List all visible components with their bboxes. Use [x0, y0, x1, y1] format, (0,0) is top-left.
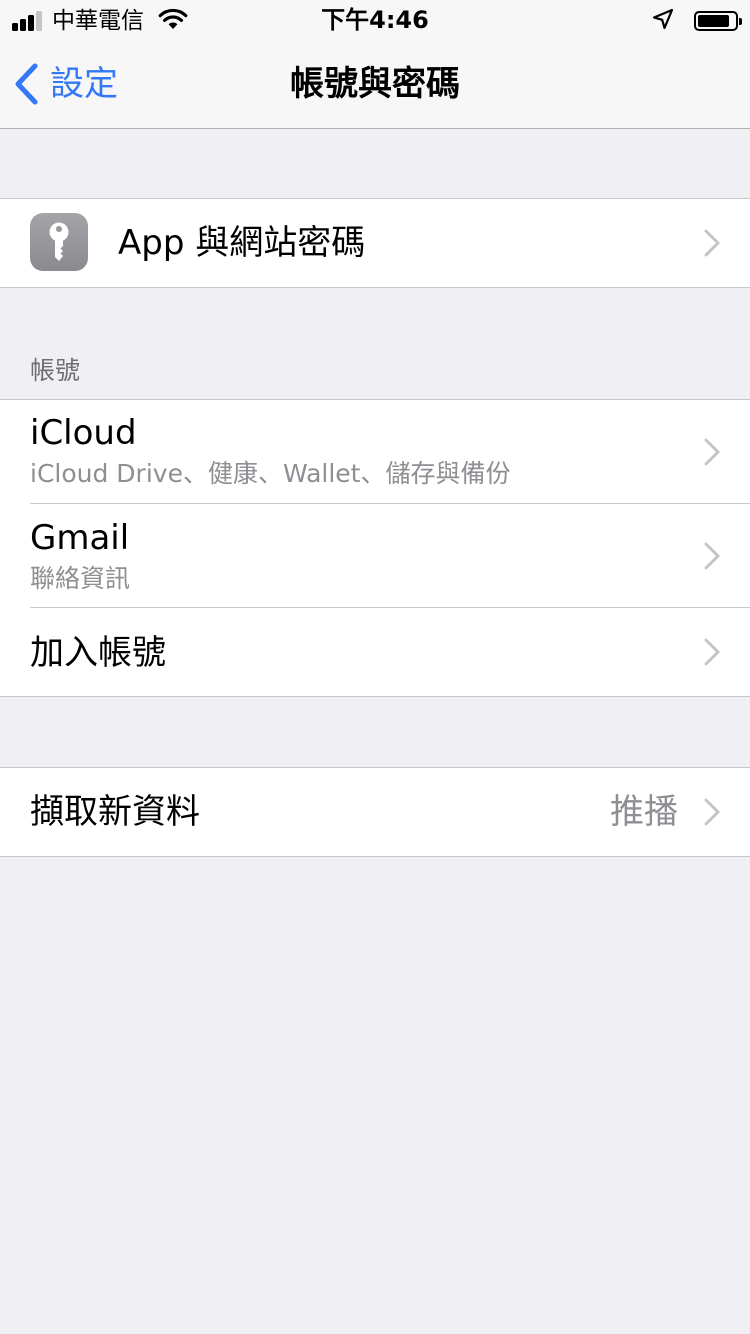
accounts-group: iCloud iCloud Drive、健康、Wallet、儲存與備份 Gmai…: [0, 399, 750, 697]
status-right: [652, 7, 742, 35]
account-subtitle: 聯絡資訊: [30, 564, 131, 593]
battery-level: [698, 15, 729, 27]
fetch-new-data-row[interactable]: 擷取新資料 推播: [0, 768, 750, 856]
passwords-row[interactable]: App 與網站密碼: [0, 199, 750, 287]
passwords-label: App 與網站密碼: [118, 223, 366, 263]
fetch-new-data-value: 推播: [610, 792, 678, 832]
add-account-label: 加入帳號: [30, 633, 166, 673]
account-row-gmail[interactable]: Gmail 聯絡資訊: [0, 504, 750, 608]
status-time: 下午4:46: [321, 6, 429, 34]
passwords-group: App 與網站密碼: [0, 198, 750, 288]
add-account-row[interactable]: 加入帳號: [0, 608, 750, 696]
fetch-group: 擷取新資料 推播: [0, 767, 750, 857]
account-title: iCloud: [30, 413, 137, 453]
page-title: 帳號與密碼: [290, 64, 460, 104]
fetch-new-data-label: 擷取新資料: [30, 792, 200, 832]
chevron-right-icon: [704, 438, 720, 466]
accounts-section-header: 帳號: [30, 356, 81, 385]
chevron-right-icon: [704, 229, 720, 257]
location-arrow-icon: [652, 8, 674, 34]
battery-icon: [694, 11, 742, 31]
navigation-bar: 設定 帳號與密碼: [0, 40, 750, 129]
account-title: Gmail: [30, 518, 130, 558]
chevron-right-icon: [704, 638, 720, 666]
key-icon: [30, 213, 88, 271]
account-subtitle: iCloud Drive、健康、Wallet、儲存與備份: [30, 459, 511, 488]
account-row-icloud[interactable]: iCloud iCloud Drive、健康、Wallet、儲存與備份: [0, 400, 750, 504]
status-bar: 中華電信 下午4:46: [0, 0, 750, 40]
chevron-right-icon: [704, 798, 720, 826]
chevron-right-icon: [704, 542, 720, 570]
